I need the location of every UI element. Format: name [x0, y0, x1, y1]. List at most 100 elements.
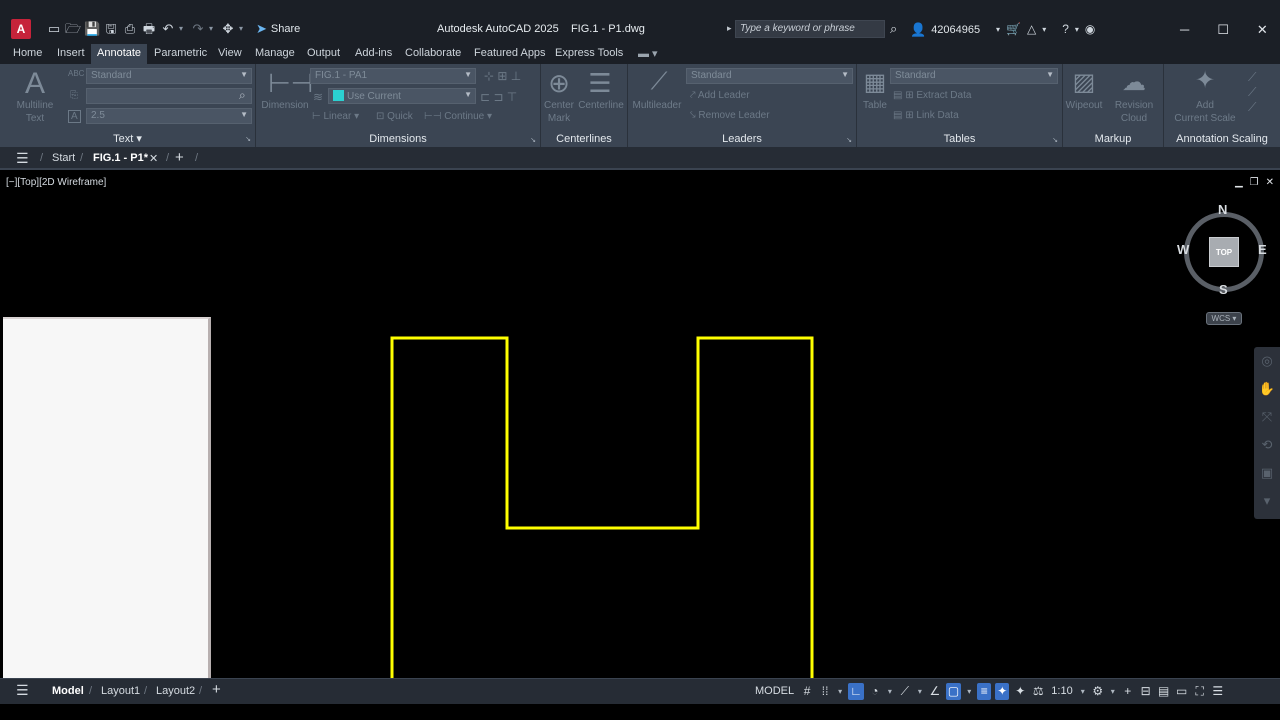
text-style-select[interactable]: Standard ▼: [86, 68, 252, 84]
clean-screen-icon[interactable]: ⛶: [1193, 683, 1207, 700]
dimensions-panel-title[interactable]: Dimensions ↘: [256, 133, 540, 145]
tab-output[interactable]: Output: [307, 47, 340, 59]
compass-north[interactable]: N: [1218, 202, 1227, 217]
dialog-launcher-icon[interactable]: ↘: [245, 135, 251, 143]
dim-tools-icons-2[interactable]: ⊏ ⊐ ⊤: [480, 90, 517, 104]
wipeout-button[interactable]: Wipeout: [1063, 99, 1105, 112]
help-icon[interactable]: ?: [1062, 22, 1069, 36]
layout2-tab[interactable]: Layout2: [156, 685, 195, 697]
dialog-launcher-icon[interactable]: ↘: [1052, 136, 1058, 144]
tab-parametric[interactable]: Parametric: [154, 47, 207, 59]
add-current-scale-icon[interactable]: ✦: [1190, 66, 1220, 95]
redo-dropdown-icon[interactable]: ▾: [209, 21, 217, 37]
auto-scale-icon[interactable]: ✦: [1013, 683, 1027, 700]
undo-dropdown-icon[interactable]: ▾: [179, 21, 187, 37]
object-snap-tracking-icon[interactable]: ∠: [928, 683, 942, 700]
linear-button[interactable]: ⊢ Linear ▾: [312, 111, 359, 122]
tab-view[interactable]: View: [218, 47, 242, 59]
annotation-monitor-icon[interactable]: +: [1121, 683, 1135, 700]
wcs-menu[interactable]: WCS ▾: [1206, 312, 1242, 325]
object-snap-icon[interactable]: ▢: [945, 683, 962, 700]
autodesk-dropdown-icon[interactable]: ▾: [1042, 25, 1046, 34]
link-data-button[interactable]: ▤ ⊞ Link Data: [893, 110, 959, 121]
move-dropdown-icon[interactable]: ▾: [239, 21, 247, 37]
search-input[interactable]: Type a keyword or phrase: [735, 20, 885, 38]
units-icon[interactable]: ⊟: [1139, 683, 1153, 700]
layout1-tab[interactable]: Layout1: [101, 685, 140, 697]
close-icon[interactable]: ✕: [1257, 22, 1268, 38]
new-tab-plus-icon[interactable]: +: [175, 149, 184, 166]
annotation-visibility-icon[interactable]: ✦: [995, 683, 1010, 700]
share-button[interactable]: ➤ Share: [256, 21, 300, 37]
text-panel-title[interactable]: Text ▾ ↘: [0, 132, 255, 145]
remove-leader-button[interactable]: ⤥ Remove Leader: [690, 110, 770, 121]
annotation-scale-value[interactable]: 1:10: [1049, 683, 1074, 700]
save-icon[interactable]: 💾: [84, 21, 100, 37]
add-current-scale-button[interactable]: Add Current Scale: [1170, 99, 1240, 125]
ortho-icon[interactable]: ∟: [848, 683, 864, 700]
tab-annotate[interactable]: Annotate: [91, 44, 148, 64]
add-leader-button[interactable]: ⤤ Add Leader: [690, 90, 750, 101]
multiline-text-icon[interactable]: A: [22, 67, 48, 101]
dimension-style-select[interactable]: FIG.1 - PA1 ▼: [310, 68, 476, 84]
dimension-button[interactable]: Dimension: [258, 99, 312, 112]
cart-icon[interactable]: 🛒: [1006, 22, 1021, 36]
file-tab-start[interactable]: Start: [52, 152, 75, 164]
center-mark-button[interactable]: Center Mark: [541, 99, 577, 125]
new-icon[interactable]: ▭: [46, 21, 62, 37]
tab-collaborate[interactable]: Collaborate: [405, 47, 461, 59]
hamburger-menu-icon[interactable]: ☰: [16, 150, 29, 167]
leaders-panel-title[interactable]: Leaders ↘: [628, 133, 856, 145]
open-icon[interactable]: 🗁: [65, 21, 81, 37]
extract-data-button[interactable]: ▤ ⊞ Extract Data: [893, 90, 971, 101]
scale-tools-icons[interactable]: ⟋ ⟋ ⟋: [1248, 70, 1256, 115]
table-button[interactable]: Table: [857, 99, 893, 112]
dimension-layer-select[interactable]: Use Current ▼: [328, 88, 476, 104]
find-search-icon[interactable]: ⌕: [239, 88, 246, 103]
table-icon[interactable]: ▦: [861, 68, 889, 97]
user-account[interactable]: 👤 42064965: [910, 22, 980, 38]
new-layout-plus-icon[interactable]: +: [212, 681, 221, 698]
annotation-scaling-panel-title[interactable]: Annotation Scaling: [1164, 133, 1280, 145]
compass-east[interactable]: E: [1258, 242, 1267, 257]
centerlines-panel-title[interactable]: Centerlines: [541, 133, 627, 145]
compass-west[interactable]: W: [1177, 242, 1189, 257]
saveas-icon[interactable]: 🖫: [103, 21, 119, 37]
customization-icon[interactable]: ☰: [1211, 683, 1225, 700]
leader-style-select[interactable]: Standard ▼: [686, 68, 853, 84]
move-icon[interactable]: ✥: [220, 21, 236, 37]
text-height-select[interactable]: 2.5 ▼: [86, 108, 252, 124]
close-tab-icon[interactable]: ✕: [149, 152, 158, 165]
navbar-options-icon[interactable]: ▾: [1254, 487, 1280, 515]
showmotion-icon[interactable]: ▣: [1254, 459, 1280, 487]
viewcube-top-face[interactable]: TOP: [1209, 237, 1239, 267]
maximize-icon[interactable]: ☐: [1217, 22, 1229, 38]
model-tab[interactable]: Model: [52, 685, 84, 697]
autodesk-icon[interactable]: △: [1027, 22, 1036, 36]
plot-icon[interactable]: 🖶: [141, 21, 157, 37]
u-shape-polyline[interactable]: [390, 336, 814, 678]
revision-cloud-icon[interactable]: ☁: [1119, 68, 1149, 97]
markup-panel-title[interactable]: Markup: [1063, 133, 1163, 145]
quick-button[interactable]: ⊡ Quick: [376, 111, 413, 122]
tables-panel-title[interactable]: Tables ↘: [857, 133, 1062, 145]
viewcube[interactable]: TOP N S E W: [1176, 202, 1272, 298]
pan-hand-icon[interactable]: ✋: [1254, 375, 1280, 403]
snap-dropdown-icon[interactable]: ▾: [836, 683, 844, 700]
revision-cloud-button[interactable]: Revision Cloud: [1109, 99, 1159, 125]
tab-featured-apps[interactable]: Featured Apps: [474, 47, 546, 59]
search-icon[interactable]: ⌕: [890, 21, 897, 37]
snap-icon[interactable]: ⁞⁞: [818, 683, 832, 700]
continue-button[interactable]: ⊢⊣ Continue ▾: [424, 111, 492, 122]
scale-dropdown-icon[interactable]: ▾: [1079, 683, 1087, 700]
hardware-acceleration-icon[interactable]: ▭: [1175, 683, 1189, 700]
user-dropdown-icon[interactable]: ▾: [996, 25, 1000, 34]
multiline-text-button[interactable]: Multiline Text: [10, 99, 60, 125]
workspace-dropdown-icon[interactable]: ▾: [1109, 683, 1117, 700]
undo-icon[interactable]: ↶: [160, 21, 176, 37]
redo-icon[interactable]: ↷: [190, 21, 206, 37]
community-icon[interactable]: ◉: [1085, 22, 1095, 36]
centerline-button[interactable]: Centerline: [577, 99, 625, 112]
object-snap-dropdown-icon[interactable]: ▾: [965, 683, 973, 700]
isodraft-dropdown-icon[interactable]: ▾: [916, 683, 924, 700]
